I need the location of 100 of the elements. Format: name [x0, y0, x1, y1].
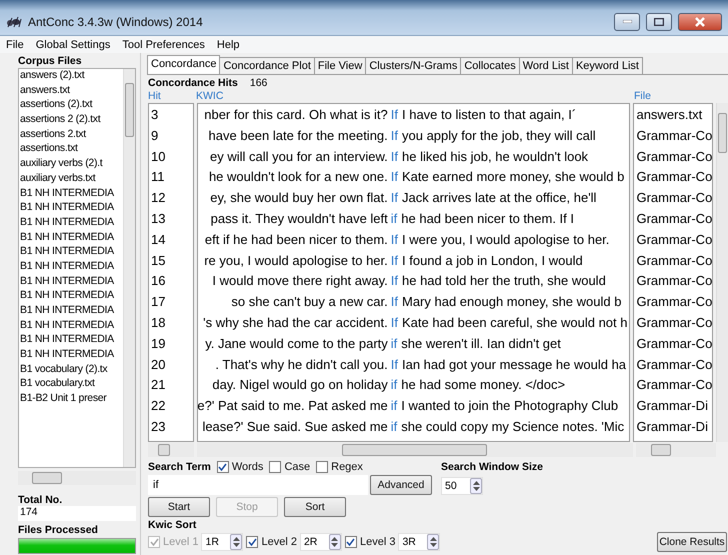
keyword[interactable]: If	[390, 128, 398, 149]
column-header[interactable]: Hit	[148, 90, 196, 103]
file-name: Grammar-Co	[635, 128, 712, 145]
right-context: he had been nicer to them. If I	[401, 210, 574, 228]
hit-number: 20	[150, 356, 166, 374]
menu-item[interactable]: File	[6, 38, 24, 50]
horizontal-scrollbar[interactable]	[148, 443, 194, 457]
keyword[interactable]: If	[390, 314, 398, 336]
spin-buttons[interactable]	[470, 478, 482, 494]
file-list-item[interactable]: assertions (2).txt	[20, 98, 123, 114]
spin-buttons[interactable]	[427, 534, 440, 550]
checkbox-label: Case	[284, 461, 310, 473]
left-context: I would move there right away.	[211, 273, 389, 290]
file-list-item[interactable]: answers.txt	[20, 84, 123, 98]
file-list-item[interactable]: B1 NH INTERMEDIA	[20, 289, 123, 304]
left-context: he wouldn't look for a new one.	[208, 169, 389, 186]
column-header[interactable]: File	[634, 90, 714, 103]
hits-label: Concordance Hits	[148, 76, 238, 88]
tab[interactable]: Concordance	[147, 55, 220, 74]
file-list-item[interactable]: B1 NH INTERMEDIA	[20, 216, 123, 231]
file-name: answers.txt	[635, 107, 704, 124]
keyword[interactable]: If	[390, 252, 398, 274]
keyword[interactable]: if	[390, 336, 398, 357]
close-button[interactable]	[678, 12, 722, 30]
file-name: Grammar-Co	[635, 232, 712, 249]
keyword[interactable]: If	[390, 148, 398, 170]
checkbox[interactable]	[269, 461, 282, 473]
file-name: Grammar-Co	[635, 190, 712, 208]
hit-number: 21	[150, 377, 166, 394]
left-context: re you, I would apologise to her.	[203, 252, 389, 270]
file-list-item[interactable]: B1 NH INTERMEDIA	[20, 245, 123, 260]
maximize-button[interactable]	[646, 12, 672, 30]
file-list-item[interactable]: B1 vocabulary.txt	[20, 377, 123, 392]
spin-buttons[interactable]	[230, 534, 242, 550]
keyword[interactable]: If	[390, 107, 398, 128]
keyword[interactable]: if	[390, 210, 398, 232]
tab[interactable]: Keyword List	[572, 57, 643, 74]
horizontal-scrollbar[interactable]	[636, 443, 716, 457]
checkbox[interactable]	[344, 536, 357, 548]
checkbox[interactable]	[246, 536, 258, 548]
horizontal-scrollbar[interactable]	[197, 443, 633, 457]
spin-field[interactable]: 50	[441, 477, 483, 495]
file-list-item[interactable]: B1 NH INTERMEDIA	[20, 333, 123, 348]
keyword[interactable]: If	[390, 190, 398, 211]
checkbox[interactable]	[316, 461, 328, 473]
spin-field[interactable]: 2R	[300, 533, 342, 551]
file-list-item[interactable]: B1-B2 Unit 1 preser	[20, 392, 123, 407]
hit-number: 10	[150, 148, 166, 166]
keyword[interactable]: if	[390, 418, 398, 440]
vertical-scrollbar[interactable]	[716, 103, 728, 442]
search-field[interactable]: if	[148, 475, 368, 495]
checkbox-label: Level 2	[261, 536, 297, 548]
menu-item[interactable]: Global Settings	[36, 38, 110, 50]
hit-number: 11	[150, 169, 166, 186]
keyword[interactable]: If	[390, 169, 398, 190]
hit-number: 19	[150, 336, 166, 353]
maximize-icon	[654, 18, 664, 26]
file-list-item[interactable]: B1 NH INTERMEDIA	[20, 318, 123, 334]
minimize-icon	[622, 20, 632, 23]
checkbox-label: Level 1	[163, 536, 198, 548]
file-list-item[interactable]: B1 NH INTERMEDIA	[20, 260, 123, 275]
left-context: nber for this card. Oh what is it?	[203, 107, 389, 124]
column-header[interactable]: KWIC	[196, 90, 634, 103]
menu-item[interactable]: Tool Preferences	[122, 38, 205, 50]
file-list-item[interactable]: B1 vocabulary (2).tx	[20, 362, 123, 378]
checkbox[interactable]	[216, 461, 229, 473]
spin-buttons[interactable]	[328, 534, 341, 550]
file-list-item[interactable]: assertions.txt	[20, 142, 123, 158]
file-list-item[interactable]: auxiliary verbs.txt	[20, 172, 123, 186]
file-list-item[interactable]: B1 NH INTERMEDIA	[20, 186, 123, 202]
ant-icon	[6, 14, 22, 28]
keyword[interactable]: If	[390, 232, 398, 253]
keyword[interactable]: if	[390, 377, 398, 398]
keyword[interactable]: if	[390, 398, 398, 419]
vertical-scrollbar[interactable]	[123, 69, 135, 467]
file-list-item[interactable]: auxiliary verbs (2).t	[20, 157, 123, 172]
horizontal-scrollbar[interactable]	[18, 471, 136, 485]
file-list-item[interactable]: assertions 2 (2).txt	[20, 113, 123, 128]
menu-item[interactable]: Help	[216, 38, 240, 50]
minimize-button[interactable]	[614, 12, 640, 30]
checkbox-label: Words	[232, 461, 264, 473]
clone-results-button[interactable]: Clone Results	[657, 532, 727, 552]
file-list-item[interactable]: B1 NH INTERMEDIA	[20, 304, 123, 319]
keyword[interactable]: If	[390, 356, 398, 378]
keyword[interactable]: If	[390, 294, 398, 315]
left-context: day. Nigel would go on holiday	[211, 377, 389, 394]
action-button[interactable]: Start	[148, 497, 210, 517]
action-button[interactable]: Sort	[284, 497, 346, 517]
spin-field[interactable]: 3R	[398, 533, 440, 551]
file-list-item[interactable]: answers (2).txt	[20, 69, 123, 84]
file-list-item[interactable]: B1 NH INTERMEDIA	[20, 230, 123, 246]
advanced-button[interactable]: Advanced	[370, 475, 432, 495]
right-context: Mary had enough money, she would b	[402, 294, 622, 312]
file-list-item[interactable]: B1 NH INTERMEDIA	[20, 274, 123, 290]
file-list-item[interactable]: B1 NH INTERMEDIA	[20, 348, 123, 363]
file-list-item[interactable]: B1 NH INTERMEDIA	[20, 201, 123, 216]
file-list-item[interactable]: assertions 2.txt	[20, 128, 123, 142]
right-context: he liked his job, he wouldn't look	[402, 148, 588, 166]
keyword[interactable]: If	[390, 273, 398, 294]
file-name: Grammar-Co	[635, 148, 712, 166]
